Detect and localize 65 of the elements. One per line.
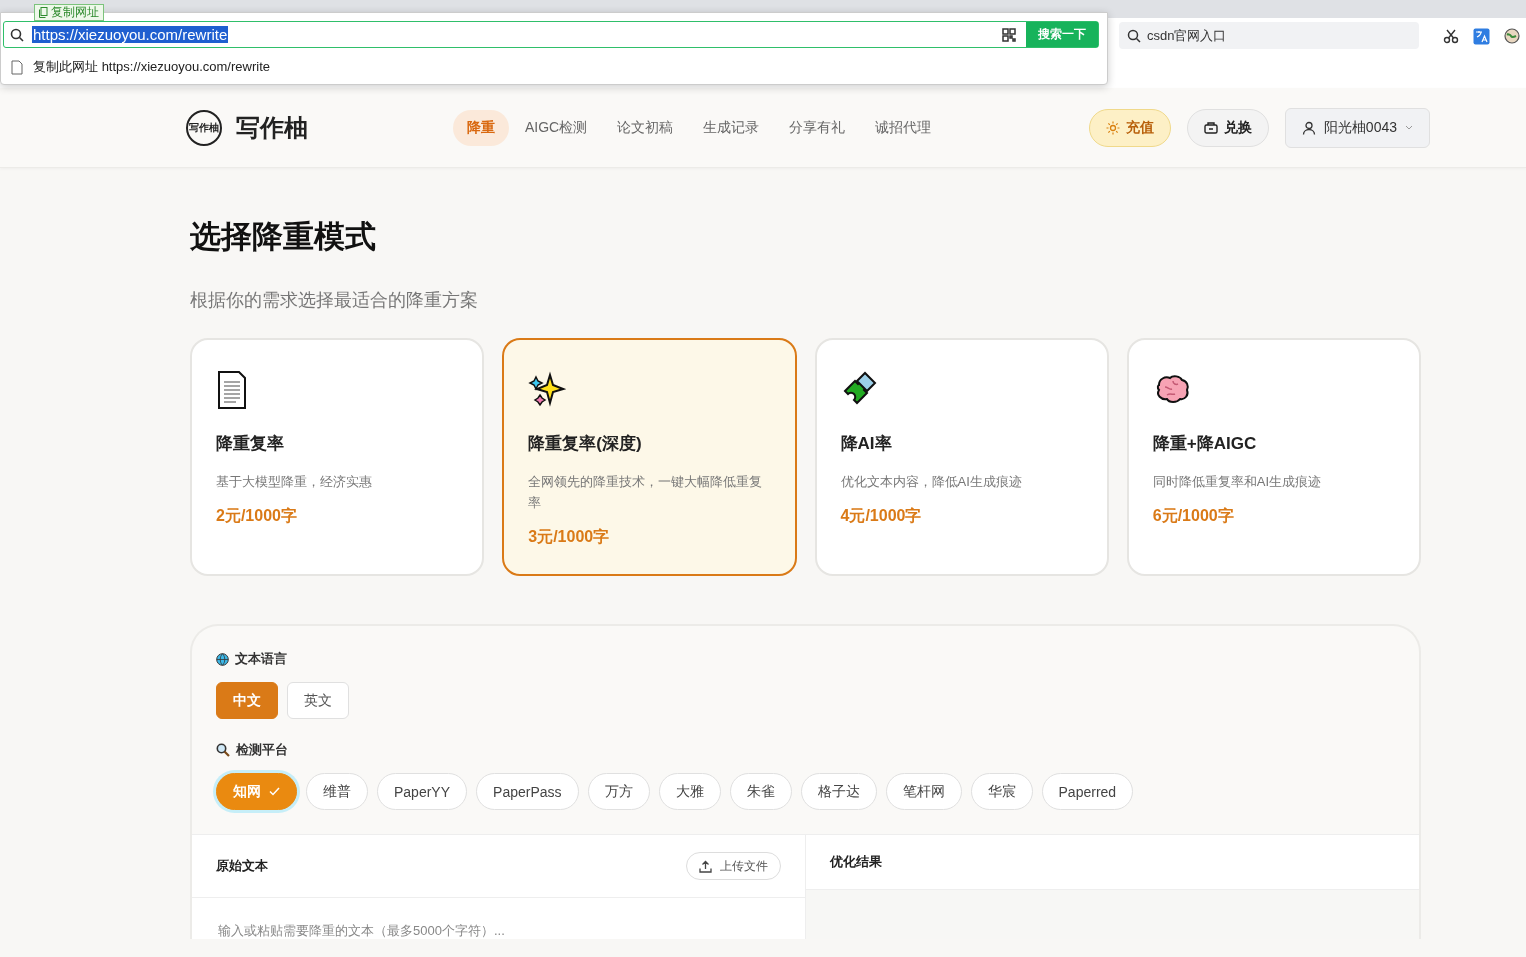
- redeem-button[interactable]: 兑换: [1186, 108, 1269, 147]
- mode-title: 降AI率: [840, 433, 892, 455]
- mode-description: 基于大模型降重，经济实惠: [216, 473, 372, 491]
- platform-option[interactable]: 大雅: [658, 773, 721, 810]
- panel-title: 原始文本: [216, 857, 268, 875]
- platform-option[interactable]: 华宸: [970, 773, 1033, 810]
- section-label: 文本语言: [235, 650, 287, 668]
- search-icon: [1127, 28, 1141, 43]
- magnifier-icon: [216, 743, 230, 757]
- upload-button[interactable]: 上传文件: [686, 852, 781, 880]
- page-title: 选择降重模式: [190, 218, 377, 256]
- suggestion-item[interactable]: 复制此网址 https://xiezuoyou.com/rewrite: [33, 58, 270, 76]
- ticket-icon: [1203, 121, 1218, 134]
- nav-tab[interactable]: 论文初稿: [603, 109, 688, 146]
- globe-icon: [216, 652, 229, 666]
- check-icon: [269, 787, 280, 796]
- platform-option[interactable]: 万方: [587, 773, 650, 810]
- globe-icon[interactable]: [1504, 28, 1520, 44]
- platform-option[interactable]: 朱雀: [729, 773, 792, 810]
- nav-tab[interactable]: 诚招代理: [861, 109, 946, 146]
- mode-title: 降重+降AIGC: [1152, 433, 1257, 455]
- mode-price: 4元/1000字: [840, 506, 922, 526]
- address-field[interactable]: https://xiezuoyou.com/rewrite 搜索一下: [3, 21, 1099, 48]
- user-menu[interactable]: 阳光柚0043: [1284, 107, 1430, 148]
- mode-price: 6元/1000字: [1152, 506, 1234, 526]
- language-option[interactable]: 英文: [287, 682, 349, 719]
- page-subtitle: 根据你的需求选择最适合的降重方案: [190, 289, 479, 312]
- logo-badge: 写作柚: [186, 109, 222, 146]
- site-logo[interactable]: 写作柚: [236, 111, 308, 144]
- user-icon: [1301, 120, 1316, 135]
- platform-option[interactable]: 维普: [306, 773, 368, 810]
- nav-tab[interactable]: AIGC检测: [511, 109, 602, 146]
- nav-tab[interactable]: 生成记录: [689, 109, 774, 146]
- copy-icon: [39, 7, 48, 18]
- recharge-button[interactable]: 充值: [1088, 108, 1171, 147]
- platform-option[interactable]: Paperred: [1041, 773, 1134, 810]
- platform-option[interactable]: 笔杆网: [885, 773, 962, 810]
- translate-icon[interactable]: [1473, 28, 1490, 45]
- platform-option[interactable]: PaperPass: [476, 773, 579, 810]
- mode-title: 降重复率: [216, 433, 284, 455]
- scissors-icon[interactable]: [1443, 28, 1459, 44]
- mode-card[interactable]: 降AI率 优化文本内容，降低AI生成痕迹 4元/1000字: [814, 338, 1109, 576]
- mode-description: 同时降低重复率和AI生成痕迹: [1152, 473, 1322, 491]
- platform-option[interactable]: 格子达: [800, 773, 877, 810]
- copy-url-tooltip: 复制网址: [34, 4, 104, 21]
- mode-title: 降重复率(深度): [528, 433, 642, 455]
- mode-card[interactable]: 降重+降AIGC 同时降低重复率和AI生成痕迹 6元/1000字: [1126, 338, 1421, 576]
- sun-icon: [1105, 120, 1120, 135]
- mode-card[interactable]: 降重复率 基于大模型降重，经济实惠 2元/1000字: [190, 338, 485, 576]
- panel-title: 优化结果: [830, 853, 882, 871]
- mode-description: 优化文本内容，降低AI生成痕迹: [840, 473, 1022, 491]
- search-field[interactable]: csdn官网入口: [1119, 22, 1419, 49]
- upload-icon: [699, 859, 712, 873]
- chevron-down-icon: [1405, 125, 1413, 130]
- mode-price: 3元/1000字: [528, 527, 610, 547]
- mode-card[interactable]: 降重复率(深度) 全网领先的降重技术，一键大幅降低重复率 3元/1000字: [502, 338, 797, 576]
- page-icon: [11, 59, 23, 75]
- qr-code-icon[interactable]: [1002, 27, 1016, 42]
- section-label: 检测平台: [236, 741, 288, 759]
- text-input[interactable]: 输入或粘贴需要降重的文本（最多5000个字符）...: [216, 922, 720, 939]
- search-icon: [10, 27, 24, 42]
- platform-option[interactable]: PaperYY: [377, 773, 468, 810]
- mode-price: 2元/1000字: [216, 506, 297, 526]
- nav-tab[interactable]: 分享有礼: [775, 109, 860, 146]
- mode-description: 全网领先的降重技术，一键大幅降低重复率: [528, 473, 764, 512]
